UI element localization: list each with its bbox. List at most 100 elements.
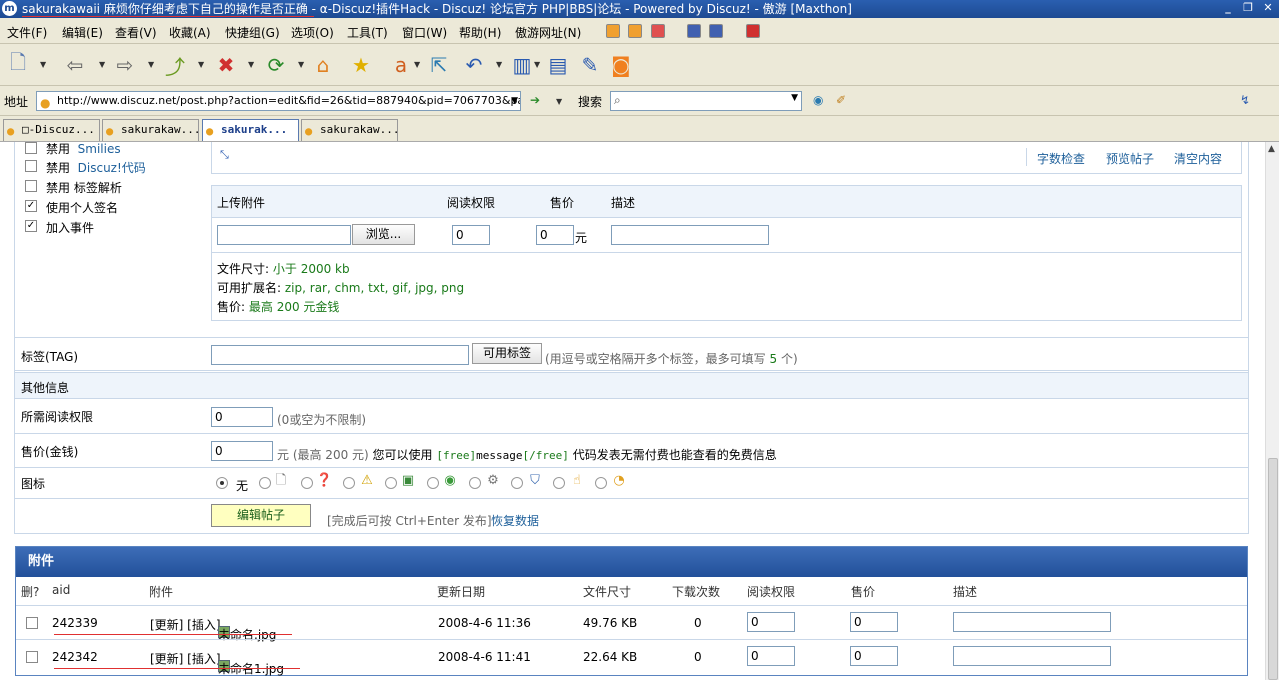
chevron-down-icon[interactable]: ▼ <box>511 92 518 110</box>
icon-radio[interactable] <box>301 477 313 489</box>
menu-file[interactable]: 文件(F) <box>7 24 47 41</box>
menu-options[interactable]: 选项(O) <box>291 24 334 41</box>
dropdown-arrow-icon[interactable]: ▼ <box>556 97 562 106</box>
icon-radio[interactable] <box>511 477 523 489</box>
use-signature-checkbox[interactable]: ✓ <box>25 200 37 212</box>
icon-radio[interactable] <box>343 477 355 489</box>
dropdown-arrow-icon[interactable]: ▼ <box>248 60 254 69</box>
close-all-icon[interactable] <box>746 24 760 38</box>
dropdown-arrow-icon[interactable]: ▼ <box>298 60 304 69</box>
read-perm-input[interactable]: 0 <box>747 646 795 666</box>
menu-window[interactable]: 窗口(W) <box>402 24 447 41</box>
dropdown-arrow-icon[interactable]: ▼ <box>534 60 540 69</box>
scrollbar-thumb[interactable] <box>1268 458 1278 680</box>
go-icon[interactable]: ➔ <box>530 93 540 107</box>
add-event-checkbox[interactable]: ✓ <box>25 220 37 232</box>
back-icon[interactable]: ⇦ <box>62 52 88 78</box>
disable-tags-checkbox[interactable] <box>25 180 37 192</box>
dropdown-arrow-icon[interactable]: ▼ <box>414 60 420 69</box>
tab-4[interactable]: ● sakurakaw... <box>301 119 398 141</box>
tab-2[interactable]: ● sakurakaw... <box>102 119 199 141</box>
menu-maxthon-web[interactable]: 傲游网址(N) <box>515 24 581 41</box>
columns-icon[interactable]: ▥ <box>509 52 535 78</box>
new-page-icon[interactable]: 🗋 <box>5 50 31 78</box>
restore-icon[interactable]: ❐ <box>1241 1 1255 15</box>
menu-edit[interactable]: 编辑(E) <box>62 24 103 41</box>
sidebar-icon[interactable]: ▤ <box>545 52 571 78</box>
forward-icon[interactable]: ⇨ <box>112 52 138 78</box>
home-icon[interactable]: ⌂ <box>310 52 336 78</box>
delete-checkbox[interactable] <box>26 617 38 629</box>
menu-groups[interactable]: 快捷组(G) <box>225 24 280 41</box>
tab-3-active[interactable]: ● sakurak... <box>202 119 299 141</box>
disable-discuzcode-checkbox[interactable] <box>25 160 37 172</box>
restore-data-link[interactable]: 恢复数据 <box>491 512 539 529</box>
icon-radio-none[interactable] <box>216 477 228 489</box>
read-perm-input[interactable]: 0 <box>211 407 273 427</box>
icon-radio[interactable] <box>553 477 565 489</box>
icon-radio[interactable] <box>385 477 397 489</box>
scroll-up-icon[interactable]: ▲ <box>1268 144 1275 154</box>
smilies-link[interactable]: Smilies <box>78 142 121 156</box>
highlight-icon[interactable]: ✐ <box>836 93 846 107</box>
minimize-icon[interactable]: _ <box>1221 1 1235 15</box>
refresh-icon[interactable]: ⟳ <box>263 52 289 78</box>
dropdown-arrow-icon[interactable]: ▼ <box>148 60 154 69</box>
up-icon[interactable]: ⤴ <box>162 52 188 79</box>
resize-editor-icon[interactable]: ⤡ <box>220 148 229 162</box>
resize-icon[interactable]: ⇱ <box>426 52 452 78</box>
available-tags-button[interactable]: 可用标签 <box>472 343 542 364</box>
edit-post-button[interactable]: 编辑帖子 <box>211 504 311 527</box>
minimize-tab-icon[interactable] <box>687 24 701 38</box>
favorites-star-icon[interactable]: ★ <box>348 52 374 78</box>
menu-help[interactable]: 帮助(H) <box>459 24 501 41</box>
word-check-link[interactable]: 字数检查 <box>1037 150 1085 167</box>
dropdown-arrow-icon[interactable]: ▼ <box>40 60 46 69</box>
globe-icon[interactable]: ◉ <box>813 93 823 107</box>
dropdown-arrow-icon[interactable]: ▼ <box>99 60 105 69</box>
attach-actions[interactable]: [更新] [插入] <box>150 616 221 633</box>
tab-1[interactable]: ● □-Discuz... <box>3 119 100 141</box>
dropdown-arrow-icon[interactable]: ▼ <box>198 60 204 69</box>
next-tab-icon[interactable] <box>628 24 642 38</box>
delete-checkbox[interactable] <box>26 651 38 663</box>
read-perm-input[interactable]: 0 <box>747 612 795 632</box>
menu-favorites[interactable]: 收藏(A) <box>169 24 211 41</box>
attach-actions[interactable]: [更新] [插入] <box>150 650 221 667</box>
upload-desc-input[interactable] <box>611 225 769 245</box>
maxthon-logo-icon[interactable]: m <box>2 1 17 16</box>
file-path-input[interactable] <box>217 225 351 245</box>
close-tab-icon[interactable] <box>651 24 665 38</box>
address-input[interactable]: ● http://www.discuz.net/post.php?action=… <box>36 91 521 111</box>
restore-tab-icon[interactable] <box>709 24 723 38</box>
close-icon[interactable]: ✕ <box>1261 1 1275 15</box>
browse-button[interactable]: 浏览... <box>352 224 415 245</box>
notes-icon[interactable]: ✎ <box>577 52 603 78</box>
dropdown-arrow-icon[interactable]: ▼ <box>496 60 502 69</box>
price-input[interactable]: 0 <box>211 441 273 461</box>
icon-radio[interactable] <box>259 477 271 489</box>
menu-view[interactable]: 查看(V) <box>115 24 157 41</box>
preview-link[interactable]: 预览帖子 <box>1106 150 1154 167</box>
price-input[interactable]: 0 <box>850 646 898 666</box>
search-input[interactable]: ⌕ ▼ <box>610 91 802 111</box>
desc-input[interactable] <box>953 646 1111 666</box>
vertical-scrollbar[interactable]: ▲ <box>1265 142 1279 680</box>
price-input[interactable]: 0 <box>850 612 898 632</box>
rss-icon[interactable]: ◙ <box>608 52 634 78</box>
mouse-gesture-icon[interactable]: ↯ <box>1240 93 1250 107</box>
prev-tab-icon[interactable] <box>606 24 620 38</box>
icon-radio[interactable] <box>595 477 607 489</box>
disable-smilies-checkbox[interactable] <box>25 142 37 154</box>
clear-content-link[interactable]: 清空内容 <box>1174 150 1222 167</box>
icon-radio[interactable] <box>427 477 439 489</box>
stop-icon[interactable]: ✖ <box>213 52 239 78</box>
desc-input[interactable] <box>953 612 1111 632</box>
discuzcode-link[interactable]: Discuz!代码 <box>78 161 146 175</box>
undo-icon[interactable]: ↶ <box>461 52 487 78</box>
tag-input[interactable] <box>211 345 469 365</box>
chevron-down-icon[interactable]: ▼ <box>791 93 798 103</box>
menu-tools[interactable]: 工具(T) <box>347 24 388 41</box>
icon-radio[interactable] <box>469 477 481 489</box>
translate-icon[interactable]: a <box>388 52 414 78</box>
